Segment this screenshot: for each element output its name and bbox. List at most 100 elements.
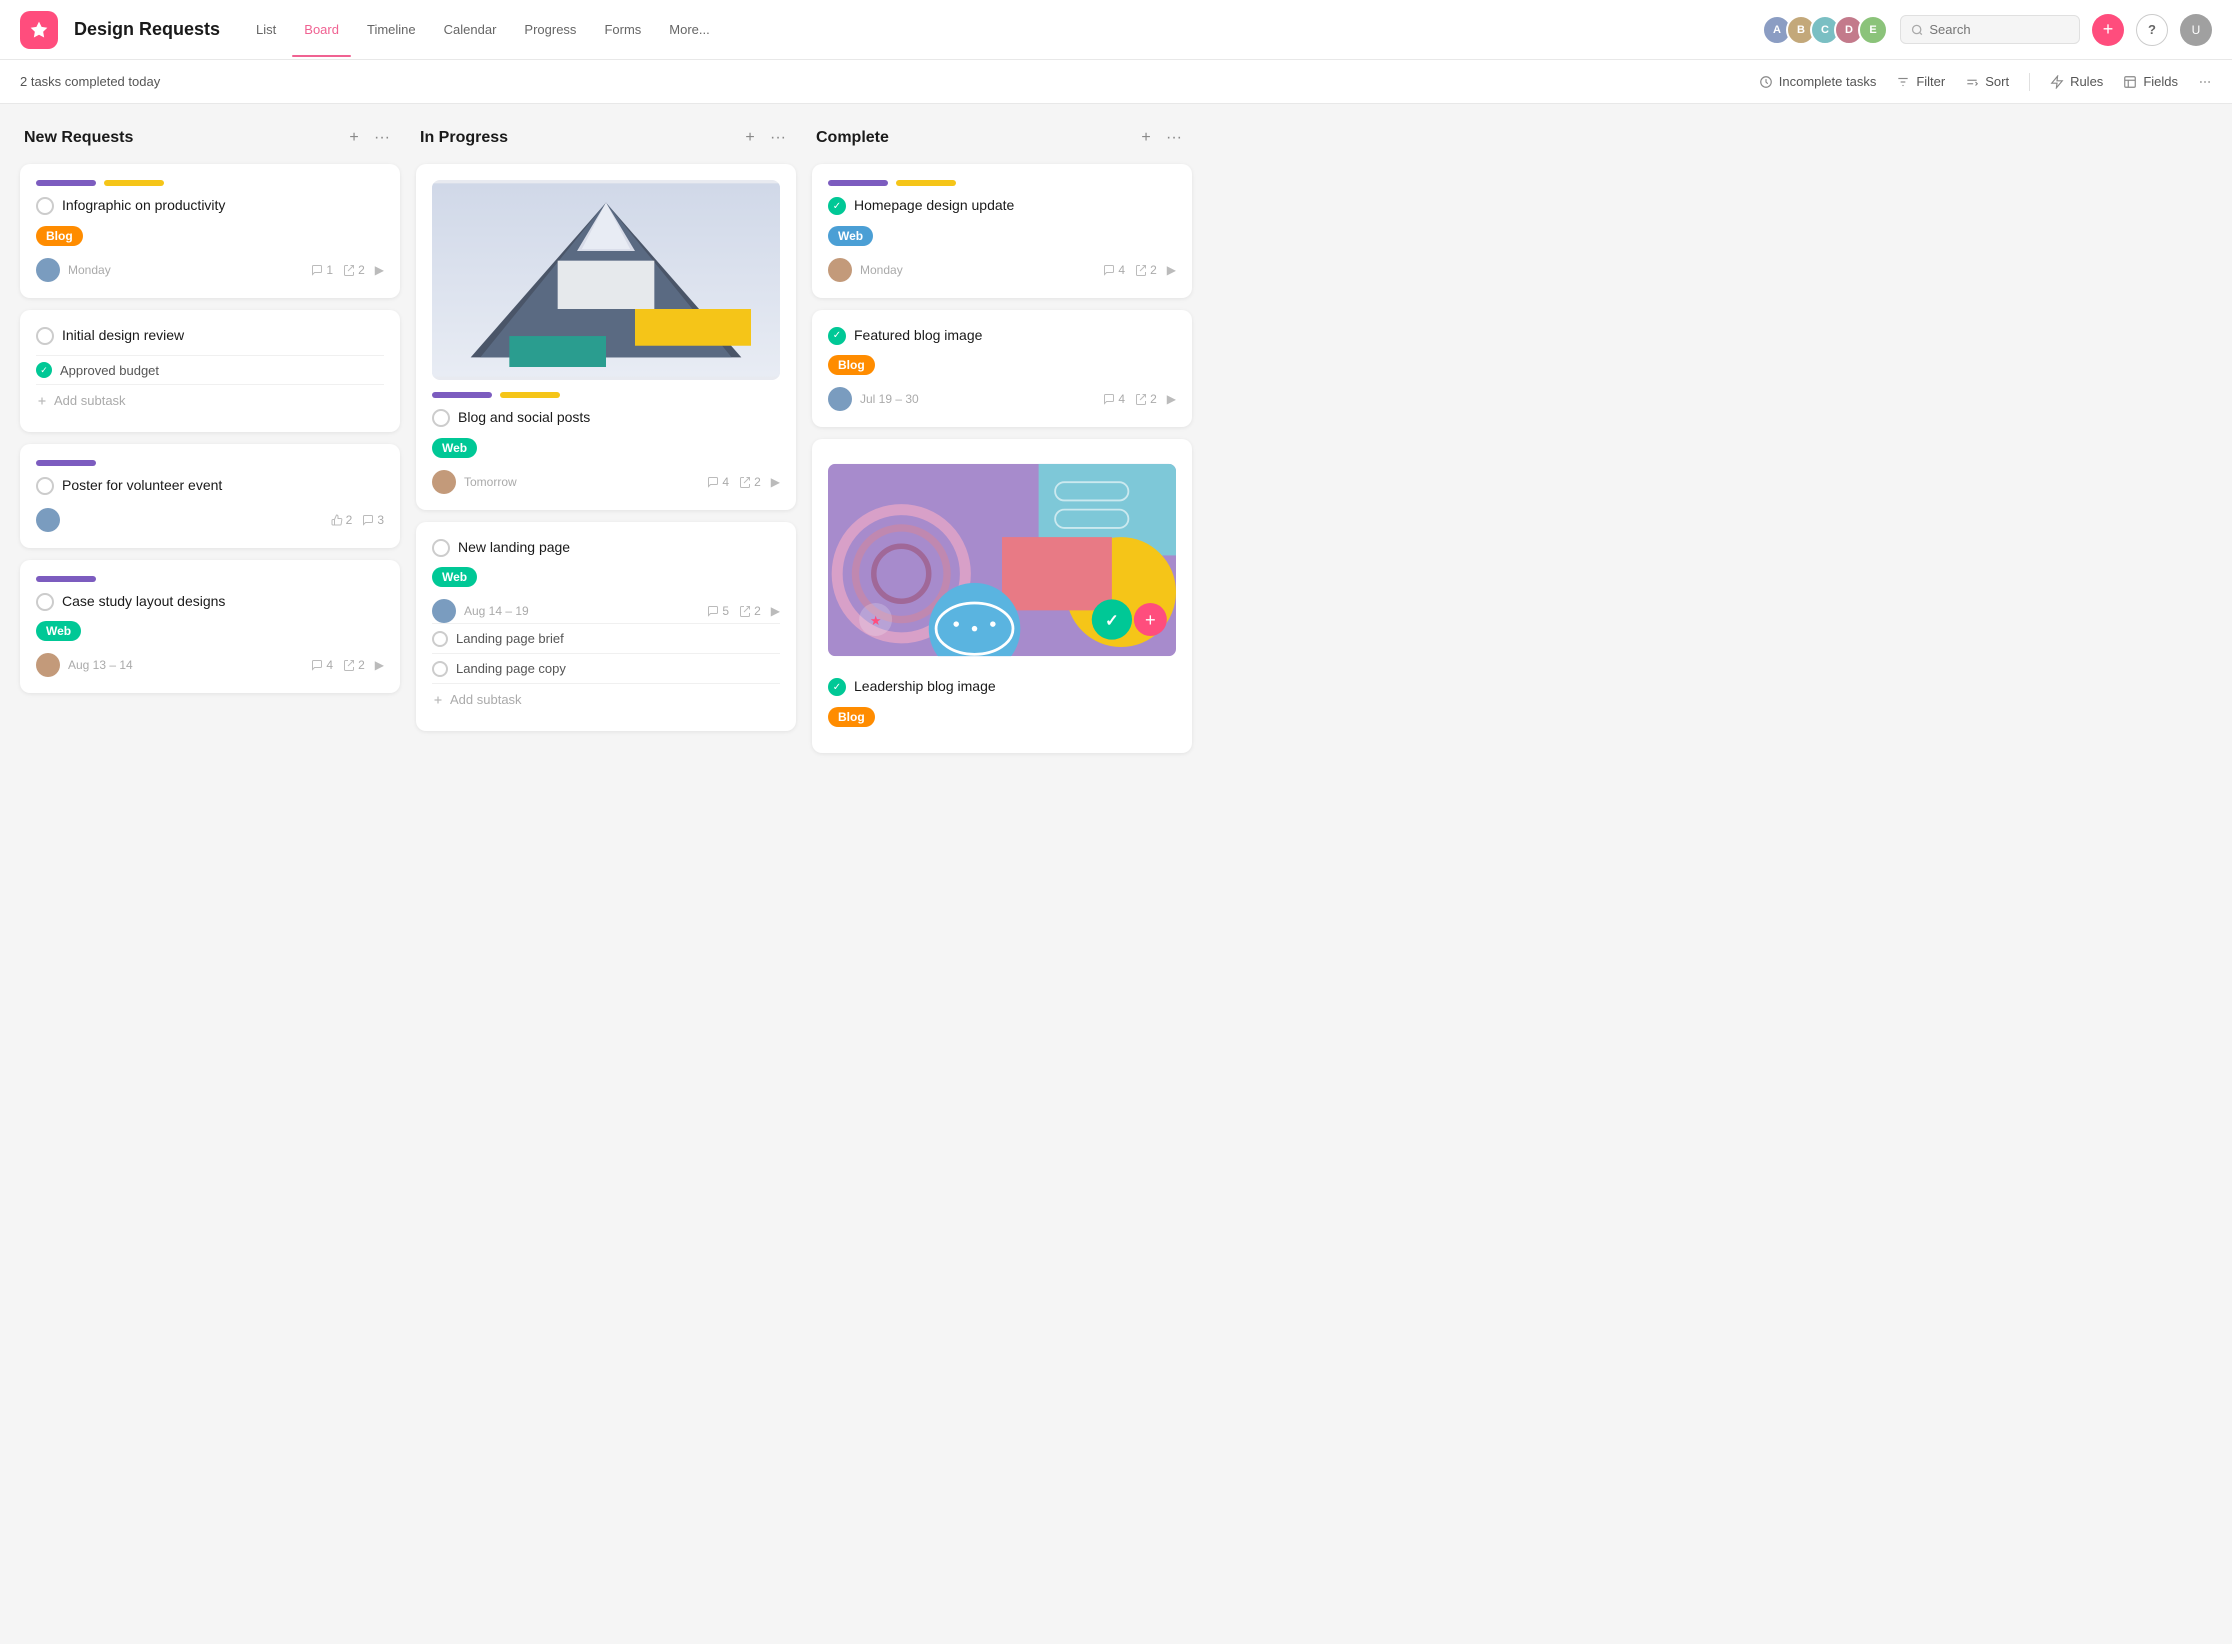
task-check[interactable] — [36, 593, 54, 611]
subtask-count: 2 — [739, 604, 761, 618]
comment-icon — [311, 264, 323, 276]
subtask-count: 2 — [1135, 263, 1157, 277]
card-tags — [36, 180, 384, 186]
card-landing-page: New landing page Web Aug 14 – 19 5 2 — [416, 522, 796, 732]
card-tags — [36, 576, 384, 582]
column-title-in-progress: In Progress — [420, 129, 736, 147]
plus-icon — [432, 694, 444, 706]
tab-board[interactable]: Board — [292, 16, 351, 43]
card-avatar — [36, 258, 60, 282]
tab-calendar[interactable]: Calendar — [432, 16, 509, 43]
tab-more[interactable]: More... — [657, 16, 721, 43]
subtask-check[interactable] — [432, 631, 448, 647]
task-check-done[interactable] — [828, 327, 846, 345]
expand-arrow[interactable]: ▶ — [375, 658, 384, 672]
card-meta: 4 2 ▶ — [707, 475, 780, 489]
column-menu-complete[interactable]: ··· — [1160, 124, 1188, 152]
add-card-new-requests[interactable]: + — [340, 124, 368, 152]
status-right: Incomplete tasks Filter Sort Rules — [1759, 73, 2212, 91]
app-title: Design Requests — [74, 19, 220, 40]
comment-icon — [1103, 264, 1115, 276]
board: New Requests + ··· Infographic on produc… — [0, 104, 2232, 1644]
user-avatar[interactable]: U — [2180, 14, 2212, 46]
card-footer: Tomorrow 4 2 ▶ — [432, 470, 780, 494]
card-title-row: Poster for volunteer event — [36, 476, 384, 496]
task-check[interactable] — [36, 197, 54, 215]
more-options-btn[interactable] — [2198, 75, 2212, 89]
expand-arrow[interactable]: ▶ — [771, 604, 780, 618]
expand-arrow[interactable]: ▶ — [1167, 392, 1176, 406]
app-icon — [20, 11, 58, 49]
column-header-new-requests: New Requests + ··· — [20, 124, 400, 164]
subtask-icon — [739, 605, 751, 617]
comment-icon — [311, 659, 323, 671]
comment-count: 5 — [707, 604, 729, 618]
card-infographic: Infographic on productivity Blog Monday … — [20, 164, 400, 298]
fields-btn[interactable]: Fields — [2123, 74, 2178, 89]
task-check-done[interactable] — [828, 197, 846, 215]
filter-btn[interactable]: Filter — [1896, 74, 1945, 89]
card-title: Infographic on productivity — [62, 196, 225, 216]
column-menu-new-requests[interactable]: ··· — [368, 124, 396, 152]
svg-text:★: ★ — [870, 613, 882, 628]
tab-timeline[interactable]: Timeline — [355, 16, 428, 43]
divider — [2029, 73, 2030, 91]
subtask-count: 2 — [343, 263, 365, 277]
column-new-requests: New Requests + ··· Infographic on produc… — [20, 124, 400, 705]
tab-progress[interactable]: Progress — [512, 16, 588, 43]
search-icon — [1911, 23, 1923, 37]
badge-web: Web — [36, 621, 81, 641]
tab-forms[interactable]: Forms — [592, 16, 653, 43]
badge-blog: Blog — [828, 707, 875, 727]
card-date: Jul 19 – 30 — [860, 392, 1095, 406]
task-check[interactable] — [432, 539, 450, 557]
card-avatar — [432, 599, 456, 623]
comment-count: 4 — [707, 475, 729, 489]
comment-icon — [707, 605, 719, 617]
help-button[interactable]: ? — [2136, 14, 2168, 46]
tag-yellow — [896, 180, 956, 186]
column-menu-in-progress[interactable]: ··· — [764, 124, 792, 152]
card-featured-blog: Featured blog image Blog Jul 19 – 30 4 2 — [812, 310, 1192, 428]
task-check-done[interactable] — [828, 678, 846, 696]
card-title-row: Case study layout designs — [36, 592, 384, 612]
subtask-icon — [343, 659, 355, 671]
search-box[interactable] — [1900, 15, 2080, 44]
card-title-row: Initial design review — [36, 326, 384, 346]
task-check[interactable] — [36, 327, 54, 345]
add-card-complete[interactable]: + — [1132, 124, 1160, 152]
card-title: Initial design review — [62, 326, 184, 346]
card-initial-design: Initial design review Approved budget Ad… — [20, 310, 400, 433]
task-check[interactable] — [36, 477, 54, 495]
sort-btn[interactable]: Sort — [1965, 74, 2009, 89]
rules-btn[interactable]: Rules — [2050, 74, 2103, 89]
card-case-study: Case study layout designs Web Aug 13 – 1… — [20, 560, 400, 694]
subtask-check-2[interactable] — [432, 661, 448, 677]
comment-icon — [1103, 393, 1115, 405]
search-input[interactable] — [1929, 22, 2069, 37]
card-avatar — [828, 258, 852, 282]
card-meta: 1 2 ▶ — [311, 263, 384, 277]
column-header-in-progress: In Progress + ··· — [416, 124, 796, 164]
card-date: Tomorrow — [464, 475, 699, 489]
expand-arrow[interactable]: ▶ — [375, 263, 384, 277]
nav-tabs: List Board Timeline Calendar Progress Fo… — [244, 16, 722, 43]
tab-list[interactable]: List — [244, 16, 288, 43]
expand-arrow[interactable]: ▶ — [1167, 263, 1176, 277]
incomplete-tasks-btn[interactable]: Incomplete tasks — [1759, 74, 1877, 89]
column-title-new-requests: New Requests — [24, 129, 340, 147]
card-tags — [432, 392, 780, 398]
expand-arrow[interactable]: ▶ — [771, 475, 780, 489]
tag-purple — [828, 180, 888, 186]
add-subtask-btn[interactable]: Add subtask — [432, 683, 780, 715]
card-homepage: Homepage design update Web Monday 4 2 — [812, 164, 1192, 298]
add-card-in-progress[interactable]: + — [736, 124, 764, 152]
card-poster: Poster for volunteer event 2 3 — [20, 444, 400, 548]
card-title: New landing page — [458, 538, 570, 558]
add-subtask-btn[interactable]: Add subtask — [36, 384, 384, 416]
card-meta: 4 2 ▶ — [311, 658, 384, 672]
add-button[interactable]: + — [2092, 14, 2124, 46]
tag-purple — [36, 460, 96, 466]
task-check[interactable] — [432, 409, 450, 427]
subtask-check — [36, 362, 52, 378]
